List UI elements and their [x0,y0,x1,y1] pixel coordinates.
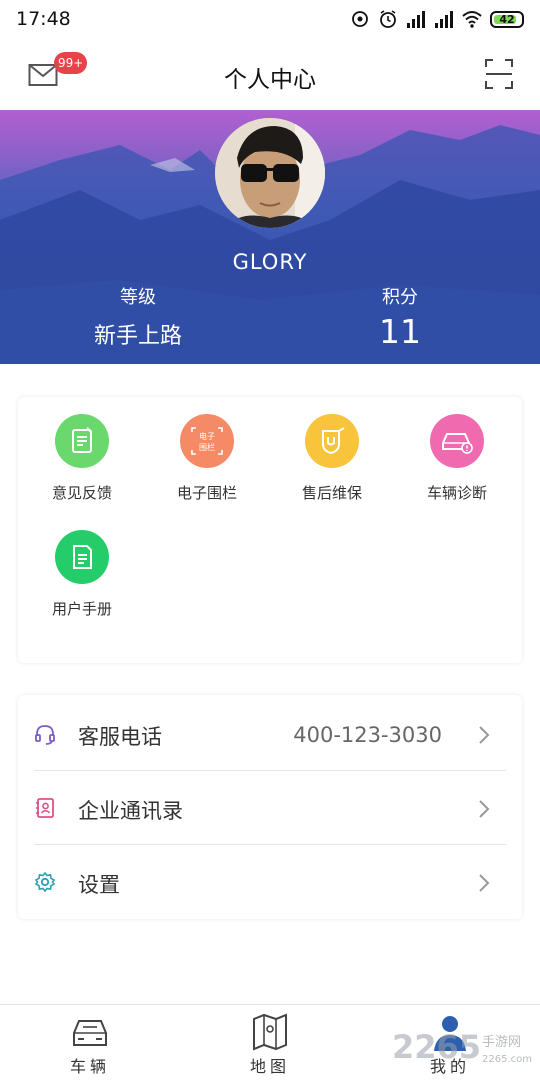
avatar[interactable] [215,118,325,228]
list-item-customer-service[interactable]: 客服电话 400-123-3030 [18,697,522,771]
level-value: 新手上路 [93,324,182,349]
app-header: 99+ 个人中心 [0,40,540,110]
customer-service-phone: 400-123-3030 [293,723,442,747]
settings-list: 客服电话 400-123-3030 企业通讯录 设置 [18,695,522,919]
map-icon [253,1013,287,1051]
tab-vehicle[interactable]: 车辆 [40,1005,140,1080]
tab-map[interactable]: 地图 [220,1005,320,1080]
car-icon [73,1020,107,1046]
electronic-fence-button[interactable]: 电子 围栏 电子围栏 [144,414,270,503]
tab-vehicle-label: 车辆 [69,1057,110,1076]
scan-icon[interactable] [484,58,514,90]
chevron-right-icon [479,800,490,818]
contacts-icon [36,798,54,818]
manual-icon [55,530,109,584]
points-value: 11 [379,312,421,351]
site-watermark: 2265 手游网 2265.com [392,1028,532,1066]
chevron-right-icon [479,726,490,744]
headset-icon [35,725,55,745]
username: GLORY [232,250,308,274]
settings-label: 设置 [78,873,120,897]
list-item-settings[interactable]: 设置 [18,845,522,919]
feedback-button[interactable]: 意见反馈 [19,414,145,503]
battery-level: 42 [499,12,515,26]
feedback-icon [55,414,109,468]
page-title: 个人中心 [224,67,316,93]
after-sales-label: 售后维保 [301,484,362,502]
watermark-number: 2265 [392,1028,481,1066]
user-manual-label: 用户手册 [51,600,112,618]
vehicle-diagnosis-label: 车辆诊断 [426,484,487,502]
after-sales-button[interactable]: 售后维保 [269,414,395,503]
fence-icon: 电子 围栏 [180,414,234,468]
customer-service-label: 客服电话 [78,725,162,749]
watermark-url: 2265.com [482,1054,532,1065]
status-time: 17:48 [16,8,71,30]
watermark-suffix: 手游网 [482,1035,521,1050]
wifi-icon [462,11,482,28]
chevron-right-icon [479,874,490,892]
profile-banner: GLORY 等级 积分 新手上路 11 [0,110,540,364]
avatar-photo [215,118,325,228]
battery-icon: 42 [490,10,524,28]
function-grid: 意见反馈 电子 围栏 电子围栏 售后维保 车辆诊断 用户手册 [18,397,522,663]
alarm-icon [380,10,396,28]
user-manual-button[interactable]: 用户手册 [19,530,145,619]
fence-icon-text-bottom: 围栏 [199,442,215,452]
contacts-label: 企业通讯录 [78,799,183,823]
electronic-fence-label: 电子围栏 [176,484,237,502]
points-label: 积分 [382,287,418,308]
level-label: 等级 [120,287,156,308]
tab-map-label: 地图 [249,1057,290,1076]
gear-icon [34,871,56,893]
status-bar: 17:48 42 [0,0,540,40]
hotspot-icon [352,11,368,27]
list-item-contacts[interactable]: 企业通讯录 [18,771,522,845]
status-icons: 42 [350,9,524,29]
signal-icon [435,11,453,28]
maintenance-icon [305,414,359,468]
signal-icon [407,11,425,28]
vehicle-diagnosis-button[interactable]: 车辆诊断 [394,414,520,503]
fence-icon-text-top: 电子 [199,431,215,441]
personal-center-page: 17:48 42 99+ 个人中心 GLORY 等级 积分 新手上路 11 意见… [0,0,540,1080]
feedback-label: 意见反馈 [51,484,112,502]
diagnosis-icon [430,414,484,468]
